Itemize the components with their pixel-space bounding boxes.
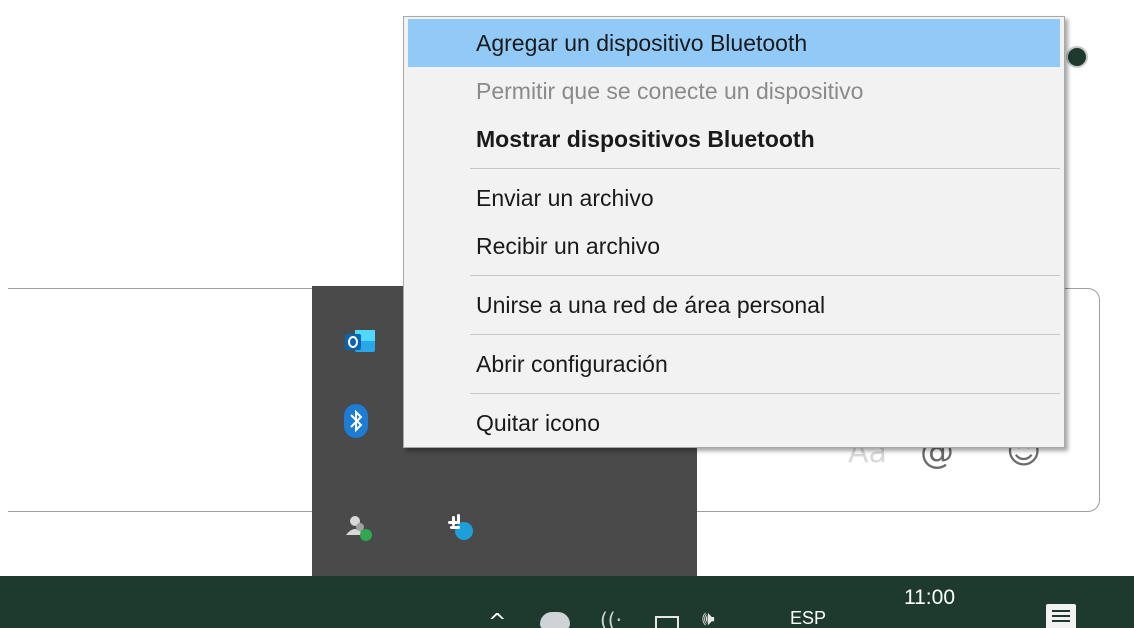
- bluetooth-icon[interactable]: [336, 401, 376, 441]
- people-sync-icon[interactable]: [340, 508, 380, 548]
- menu-item-allow-device-connect: Permitir que se conecte un dispositivo: [476, 78, 864, 104]
- show-hidden-icons-chevron-icon[interactable]: ^: [488, 610, 506, 628]
- menu-separator: [470, 275, 1060, 276]
- notification-badge-icon: [1066, 46, 1088, 68]
- battery-icon[interactable]: [655, 616, 679, 628]
- menu-separator: [470, 334, 1060, 335]
- taskbar-clock[interactable]: 11:00: [904, 586, 955, 610]
- menu-separator: [470, 393, 1060, 394]
- menu-item-show-bluetooth-devices[interactable]: Mostrar dispositivos Bluetooth: [408, 115, 1060, 163]
- slack-icon[interactable]: [442, 508, 482, 548]
- menu-item-receive-file[interactable]: Recibir un archivo: [408, 222, 1060, 270]
- action-center-icon[interactable]: [1046, 604, 1076, 628]
- wifi-icon[interactable]: ((·: [600, 608, 622, 628]
- menu-item-add-bluetooth-device[interactable]: Agregar un dispositivo Bluetooth: [408, 19, 1060, 67]
- outlook-icon[interactable]: [340, 322, 380, 362]
- menu-item-join-personal-area-network[interactable]: Unirse a una red de área personal: [408, 281, 1060, 329]
- taskbar: ^ ((· 🕪 ESP 11:00: [0, 576, 1134, 628]
- menu-separator: [470, 168, 1060, 169]
- menu-item-send-file[interactable]: Enviar un archivo: [408, 174, 1060, 222]
- onedrive-cloud-icon[interactable]: [540, 612, 570, 628]
- menu-item-remove-icon[interactable]: Quitar icono: [408, 399, 1060, 447]
- bluetooth-context-menu: Agregar un dispositivo Bluetooth Permiti…: [403, 16, 1065, 448]
- volume-icon[interactable]: 🕪: [702, 606, 715, 628]
- input-language-indicator[interactable]: ESP: [790, 608, 826, 628]
- menu-item-open-settings[interactable]: Abrir configuración: [408, 340, 1060, 388]
